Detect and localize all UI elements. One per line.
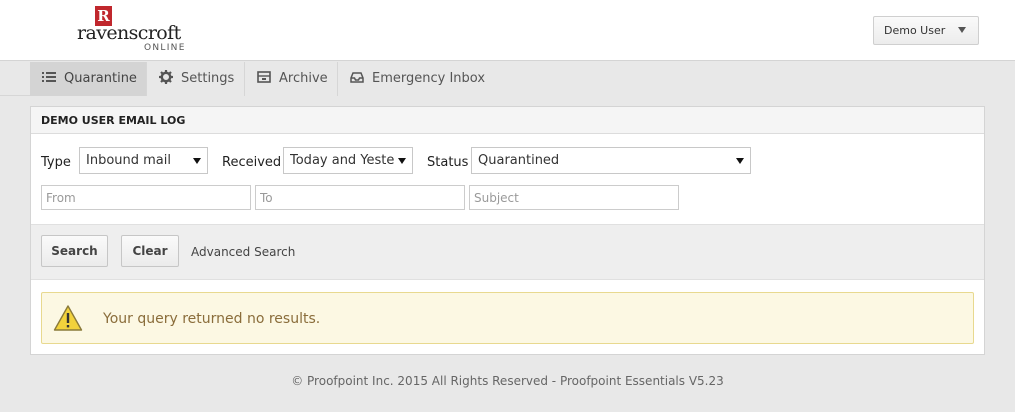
logo-wordmark: ravenscroft xyxy=(77,22,181,44)
type-select-value: Inbound mail xyxy=(86,153,171,168)
tab-archive-label: Archive xyxy=(279,71,328,86)
tab-emergency-inbox[interactable]: Emergency Inbox xyxy=(338,62,495,96)
search-button[interactable]: Search xyxy=(41,235,108,267)
user-menu-dropdown[interactable]: Demo User xyxy=(873,16,979,45)
inbox-icon xyxy=(350,70,364,84)
status-label: Status xyxy=(427,155,469,170)
type-label: Type xyxy=(41,155,71,170)
warning-icon xyxy=(53,304,83,332)
user-menu-label: Demo User xyxy=(884,24,946,37)
caret-down-icon xyxy=(958,27,966,33)
footer-copyright: © Proofpoint Inc. 2015 All Rights Reserv… xyxy=(291,374,724,388)
no-results-message: Your query returned no results. xyxy=(103,311,321,327)
tab-settings[interactable]: Settings xyxy=(147,62,245,96)
tab-quarantine-label: Quarantine xyxy=(64,71,137,86)
advanced-search-link[interactable]: Advanced Search xyxy=(191,245,295,259)
chevron-down-icon xyxy=(736,158,744,164)
received-select-value: Today and Yesterday xyxy=(290,153,394,168)
no-results-alert: Your query returned no results. xyxy=(41,292,974,344)
search-actions-bar: Search Clear Advanced Search xyxy=(31,224,984,280)
type-select[interactable]: Inbound mail xyxy=(79,147,208,174)
from-field[interactable] xyxy=(41,185,251,210)
chevron-down-icon xyxy=(193,158,201,164)
subject-field[interactable] xyxy=(469,185,679,210)
received-label: Received xyxy=(222,155,282,170)
gear-icon xyxy=(159,70,173,84)
status-select-value: Quarantined xyxy=(478,153,560,168)
clear-button[interactable]: Clear xyxy=(121,235,179,267)
email-log-panel: DEMO USER EMAIL LOG Type Inbound mail Re… xyxy=(30,106,985,355)
tab-settings-label: Settings xyxy=(181,71,235,86)
main-nav: Quarantine Settings Archive Emergency In… xyxy=(30,62,1015,96)
list-icon xyxy=(42,70,56,84)
tab-quarantine[interactable]: Quarantine xyxy=(30,62,147,96)
app-header: R ravenscroft ONLINE Demo User xyxy=(0,0,1015,61)
panel-title: DEMO USER EMAIL LOG xyxy=(31,107,984,134)
archive-icon xyxy=(257,70,271,84)
ravenscroft-logo[interactable]: R ravenscroft ONLINE xyxy=(77,5,197,57)
status-select[interactable]: Quarantined xyxy=(471,147,751,174)
tab-emergency-inbox-label: Emergency Inbox xyxy=(372,71,486,86)
to-field[interactable] xyxy=(255,185,465,210)
logo-subtitle: ONLINE xyxy=(144,43,186,53)
received-select[interactable]: Today and Yesterday xyxy=(283,147,413,174)
tab-archive[interactable]: Archive xyxy=(245,62,338,96)
chevron-down-icon xyxy=(398,158,406,164)
